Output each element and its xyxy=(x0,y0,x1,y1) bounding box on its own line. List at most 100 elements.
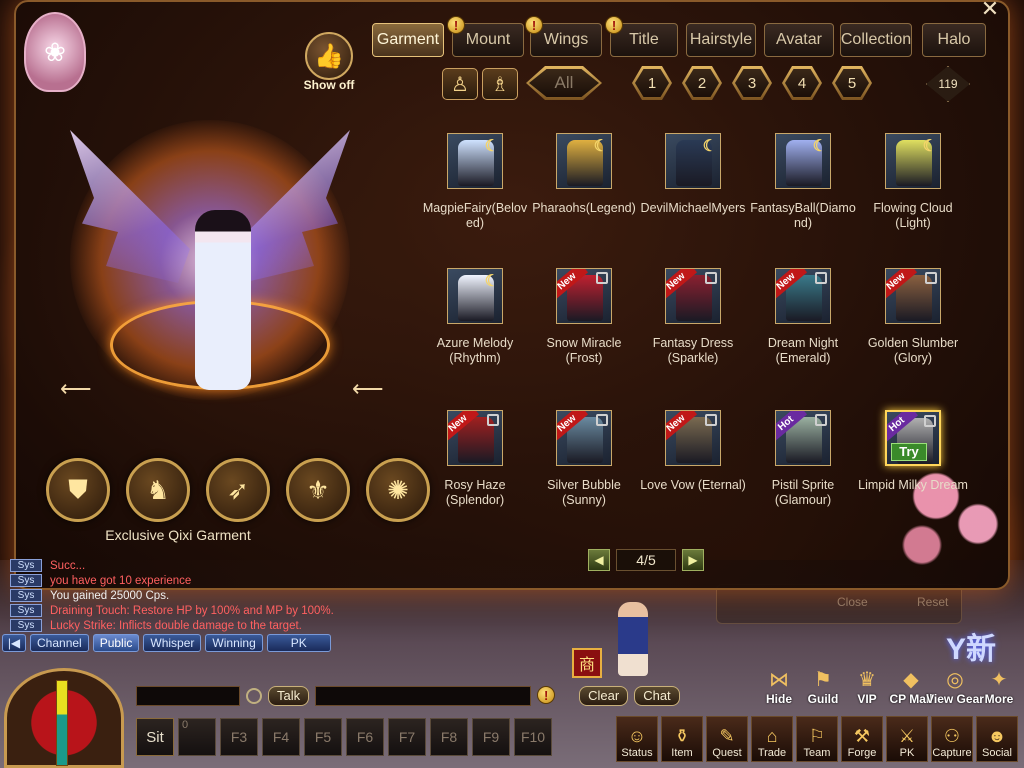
chat-tab-channel[interactable]: Channel xyxy=(30,634,89,652)
sys-tag[interactable]: Sys xyxy=(10,589,42,602)
garment-slot[interactable]: New xyxy=(665,410,721,466)
next-page-button[interactable]: ▶ xyxy=(682,549,704,571)
player-character[interactable] xyxy=(618,602,648,676)
menu-guild[interactable]: ⚑ Guild xyxy=(802,664,844,706)
garment-item[interactable]: ☾ Azure Melody (Rhythm) xyxy=(420,268,530,366)
menu-more[interactable]: ✦ More xyxy=(978,664,1020,706)
skill-slot[interactable]: 0 xyxy=(178,718,216,756)
menu-status[interactable]: ☺ Status xyxy=(616,716,658,762)
close-button[interactable]: ✕ xyxy=(976,0,1004,20)
emoji-icon[interactable] xyxy=(246,688,262,704)
tab-halo[interactable]: Halo xyxy=(922,23,986,57)
tab-title[interactable]: Title! xyxy=(605,16,678,57)
mount-category-button[interactable]: ♞ xyxy=(126,458,190,522)
garment-slot[interactable]: New xyxy=(556,268,612,324)
chat-button[interactable]: Chat xyxy=(634,686,680,706)
event-logo[interactable]: Y新 xyxy=(946,624,996,668)
tab-collection[interactable]: Collection xyxy=(840,23,912,57)
chat-tab-winning[interactable]: Winning xyxy=(205,634,263,652)
chat-tab-public[interactable]: Public xyxy=(92,634,140,652)
chat-alert-icon[interactable]: ! xyxy=(537,686,557,706)
garment-item[interactable]: New Silver Bubble (Sunny) xyxy=(529,410,639,508)
garment-item[interactable]: ☾ DevilMichaelMyers xyxy=(638,133,748,216)
chat-message-input[interactable] xyxy=(315,686,532,706)
try-button[interactable]: Try xyxy=(891,443,927,461)
menu-hide[interactable]: ⋈ Hide xyxy=(758,664,800,706)
tab-hairstyle[interactable]: Hairstyle xyxy=(686,23,756,57)
garment-slot[interactable]: Hot Try xyxy=(885,410,941,466)
garment-item[interactable]: New Snow Miracle (Frost) xyxy=(529,268,639,366)
chat-target-input[interactable] xyxy=(136,686,240,706)
rotate-right-arrow-icon[interactable]: ⟵ xyxy=(352,376,384,402)
hotkey-f10[interactable]: F10 xyxy=(514,718,552,756)
chat-tab-whisper[interactable]: Whisper xyxy=(143,634,202,652)
hotkey-f3[interactable]: F3 xyxy=(220,718,258,756)
filter-male-button[interactable]: ♙ xyxy=(442,68,478,100)
hotkey-f9[interactable]: F9 xyxy=(472,718,510,756)
hotkey-f6[interactable]: F6 xyxy=(346,718,384,756)
garment-item[interactable]: New Rosy Haze (Splendor) xyxy=(420,410,530,508)
garment-slot[interactable]: New xyxy=(885,268,941,324)
garment-item[interactable]: ☾ Flowing Cloud (Light) xyxy=(858,133,968,231)
menu-forge[interactable]: ⚒ Forge xyxy=(841,716,883,762)
filter-female-button[interactable]: ♗ xyxy=(482,68,518,100)
hotkey-f8[interactable]: F8 xyxy=(430,718,468,756)
garment-slot[interactable]: New xyxy=(447,410,503,466)
character-model[interactable] xyxy=(195,210,251,390)
hotkey-f4[interactable]: F4 xyxy=(262,718,300,756)
garment-item[interactable]: New Dream Night (Emerald) xyxy=(748,268,858,366)
garment-item[interactable]: New Love Vow (Eternal) xyxy=(638,410,748,493)
garment-slot[interactable]: ☾ xyxy=(775,133,831,189)
garment-slot[interactable]: New xyxy=(775,268,831,324)
tab-mount[interactable]: Mount! xyxy=(447,16,524,57)
garment-item[interactable]: ☾ FantasyBall(Diamond) xyxy=(748,133,858,231)
show-off-button[interactable]: 👍 Show off xyxy=(300,32,358,92)
sys-tag[interactable]: Sys xyxy=(10,574,42,587)
garment-slot[interactable]: ☾ xyxy=(885,133,941,189)
tab-garment[interactable]: Garment xyxy=(372,23,444,57)
chat-collapse-button[interactable]: |◀ xyxy=(2,634,26,652)
chat-tab-pk[interactable]: PK xyxy=(266,634,331,652)
garment-item[interactable]: New Golden Slumber (Glory) xyxy=(858,268,968,366)
prev-page-button[interactable]: ◀ xyxy=(588,549,610,571)
hotkey-f7[interactable]: F7 xyxy=(388,718,426,756)
tab-avatar[interactable]: Avatar xyxy=(764,23,834,57)
menu-item[interactable]: ⚱ Item xyxy=(661,716,703,762)
lantern-icon[interactable]: ❀ xyxy=(24,12,86,92)
garment-slot[interactable]: ☾ xyxy=(447,268,503,324)
shop-icon[interactable]: 商 xyxy=(572,648,602,678)
sys-tag[interactable]: Sys xyxy=(10,559,42,572)
talk-button[interactable]: Talk xyxy=(268,686,310,706)
halo-category-button[interactable]: ✺ xyxy=(366,458,430,522)
sys-tag[interactable]: Sys xyxy=(10,604,42,617)
lock-icon xyxy=(925,272,937,284)
menu-trade[interactable]: ⌂ Trade xyxy=(751,716,793,762)
sit-button[interactable]: Sit xyxy=(136,718,174,756)
hotkey-f5[interactable]: F5 xyxy=(304,718,342,756)
garment-item[interactable]: Hot Try Limpid Milky Dream xyxy=(858,410,968,493)
menu-capture[interactable]: ⚇ Capture xyxy=(931,716,973,762)
menu-social[interactable]: ☻ Social xyxy=(976,716,1018,762)
title-category-button[interactable]: ⚜ xyxy=(286,458,350,522)
menu-pk[interactable]: ⚔ PK xyxy=(886,716,928,762)
garment-item[interactable]: Hot Pistil Sprite (Glamour) xyxy=(748,410,858,508)
wings-category-button[interactable]: ➶ xyxy=(206,458,270,522)
menu-team[interactable]: ⚐ Team xyxy=(796,716,838,762)
clear-button[interactable]: Clear xyxy=(579,686,629,706)
garment-item[interactable]: ☾ MagpieFairy(Beloved) xyxy=(420,133,530,231)
rotate-left-arrow-icon[interactable]: ⟵ xyxy=(60,376,92,402)
garment-slot[interactable]: ☾ xyxy=(447,133,503,189)
garment-slot[interactable]: ☾ xyxy=(556,133,612,189)
menu-vip[interactable]: ♛ VIP xyxy=(846,664,888,706)
garment-slot[interactable]: Hot xyxy=(775,410,831,466)
menu-quest[interactable]: ✎ Quest xyxy=(706,716,748,762)
tab-wings[interactable]: Wings! xyxy=(525,16,602,57)
garment-slot[interactable]: New xyxy=(665,268,721,324)
garment-slot[interactable]: New xyxy=(556,410,612,466)
garment-category-button[interactable]: ⛊ xyxy=(46,458,110,522)
garment-item[interactable]: ☾ Pharaohs(Legend) xyxy=(529,133,639,216)
garment-item[interactable]: New Fantasy Dress (Sparkle) xyxy=(638,268,748,366)
sys-tag[interactable]: Sys xyxy=(10,619,42,632)
garment-slot[interactable]: ☾ xyxy=(665,133,721,189)
menu-view-gear[interactable]: ◎ View Gear xyxy=(926,664,984,706)
